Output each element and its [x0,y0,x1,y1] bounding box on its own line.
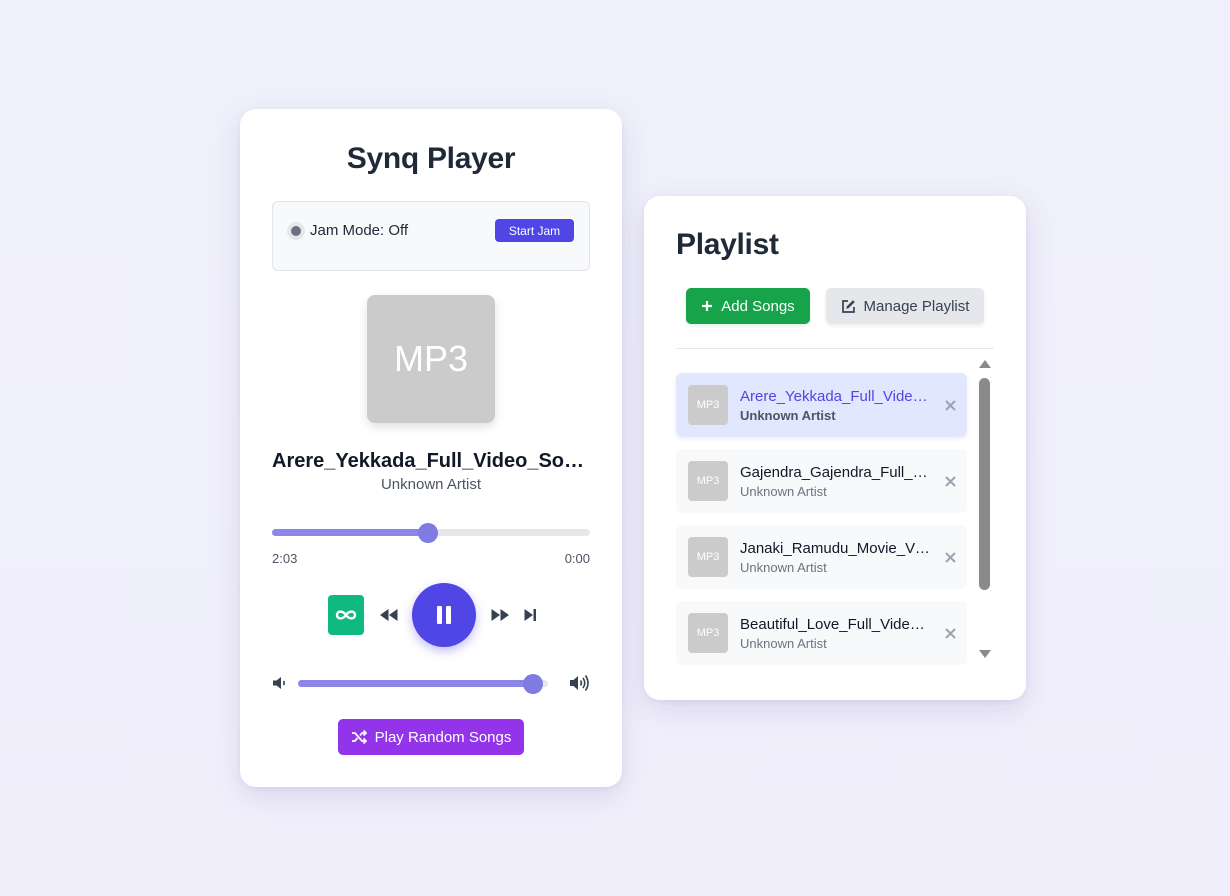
current-time: 2:03 [272,551,298,566]
progress-fill [272,529,428,536]
scroll-up-arrow[interactable] [978,359,992,369]
now-playing-artist: Unknown Artist [380,476,482,493]
volume-high-icon [570,675,589,691]
track-artist: Unknown Artist [740,408,836,423]
remove-track-button[interactable] [942,473,958,489]
playlist-title: Playlist [676,228,779,261]
start-jam-button[interactable]: Start Jam [495,219,574,242]
track-name: Janaki_Ramudu_Movie_Video_Song [740,540,932,557]
fast-forward-button[interactable] [489,607,511,623]
scroll-down-arrow[interactable] [978,649,992,659]
edit-icon [841,299,855,313]
playlist-card: Playlist Add Songs Manage Playlist MP3 A… [644,196,1026,700]
volume-slider[interactable] [298,673,548,694]
remove-track-button[interactable] [942,549,958,565]
track-thumbnail: MP3 [688,537,728,577]
mute-button[interactable] [271,675,289,691]
player-title: Synq Player [346,142,516,175]
track-name: Arere_Yekkada_Full_Video_Song_ [740,388,932,405]
close-icon [944,475,956,487]
jam-mode-panel: Jam Mode: Off Start Jam [272,201,590,271]
jam-status-label: Jam Mode: Off [310,222,409,239]
track-name: Gajendra_Gajendra_Full_Video_Song [740,464,932,481]
track-artist: Unknown Artist [740,636,827,651]
progress-slider[interactable] [272,522,590,543]
pause-icon [437,606,451,624]
plus-icon [702,301,713,311]
manage-playlist-label: Manage Playlist [863,297,970,315]
playlist-divider [676,348,994,349]
play-random-label: Play Random Songs [374,728,512,746]
track-artist: Unknown Artist [740,560,827,575]
add-songs-label: Add Songs [721,297,795,315]
jam-status-indicator [287,222,305,240]
skip-next-icon [524,609,536,621]
track-artist: Unknown Artist [740,484,827,499]
add-songs-button[interactable]: Add Songs [686,288,810,324]
progress-knob[interactable] [417,522,438,543]
scrollbar-thumb[interactable] [979,378,990,590]
track-thumbnail: MP3 [688,613,728,653]
track-thumbnail: MP3 [688,461,728,501]
album-art: MP3 [367,295,495,423]
volume-low-icon [273,677,286,689]
max-volume-button[interactable] [569,674,591,692]
total-time: 0:00 [564,551,590,566]
playlist-item[interactable]: MP3 Beautiful_Love_Full_Video_Song Unkno… [676,601,967,665]
playlist-item[interactable]: MP3 Arere_Yekkada_Full_Video_Song_ Unkno… [676,373,967,437]
play-random-button[interactable]: Play Random Songs [338,719,524,755]
rewind-button[interactable] [378,607,400,623]
playlist-item[interactable]: MP3 Janaki_Ramudu_Movie_Video_Song Unkno… [676,525,967,589]
track-thumbnail: MP3 [688,385,728,425]
volume-knob[interactable] [523,673,543,694]
loop-button[interactable] [328,595,364,635]
manage-playlist-button[interactable]: Manage Playlist [826,288,984,324]
shuffle-icon [351,730,367,744]
close-icon [944,399,956,411]
close-icon [944,551,956,563]
pause-button[interactable] [412,583,476,647]
remove-track-button[interactable] [942,397,958,413]
rewind-icon [380,609,398,621]
player-card: Synq Player Jam Mode: Off Start Jam MP3 … [240,109,622,787]
fast-forward-icon [491,609,509,621]
now-playing-title: Arere_Yekkada_Full_Video_Song_ [272,450,590,472]
volume-fill [298,680,533,687]
infinity-icon [335,610,357,620]
remove-track-button[interactable] [942,625,958,641]
playlist-item[interactable]: MP3 Gajendra_Gajendra_Full_Video_Song Un… [676,449,967,513]
track-name: Beautiful_Love_Full_Video_Song [740,616,932,633]
next-track-button[interactable] [522,607,538,623]
close-icon [944,627,956,639]
